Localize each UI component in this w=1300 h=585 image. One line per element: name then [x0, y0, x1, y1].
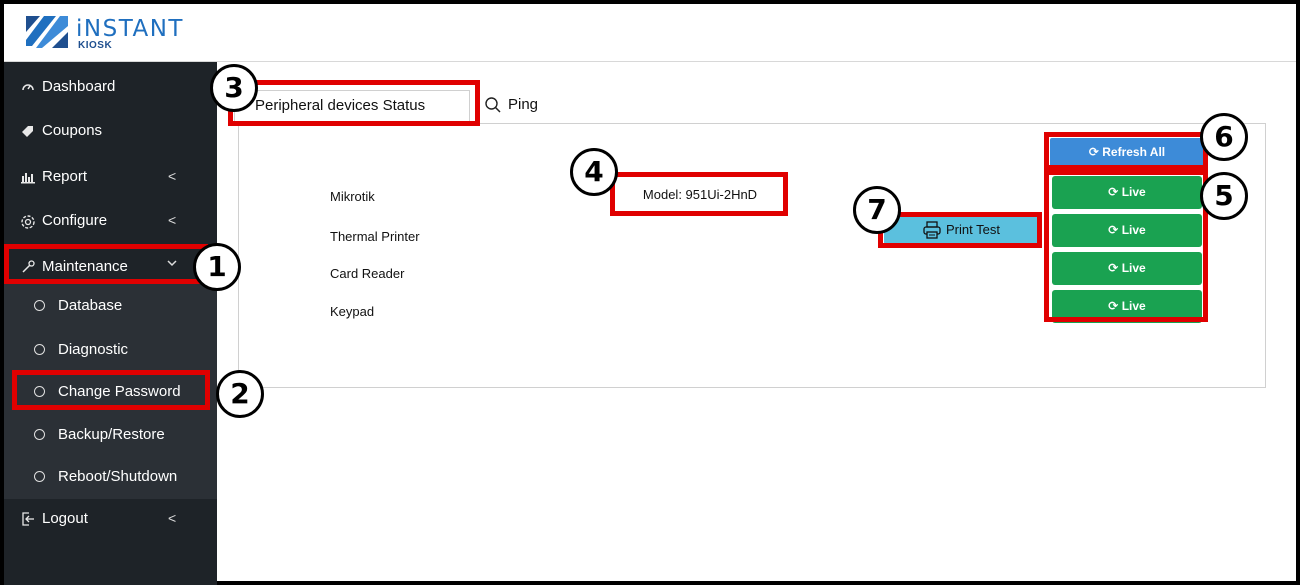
submenu-item-diagnostic[interactable]: Diagnostic: [4, 330, 217, 372]
sidebar-item-label: Coupons: [42, 122, 103, 139]
device-name-card-reader: Card Reader: [330, 266, 405, 281]
submenu-item-database[interactable]: Database: [4, 286, 217, 328]
callout-5: 5: [1200, 172, 1248, 220]
sidebar-item-label: Dashboard: [42, 78, 116, 95]
callout-1: 1: [193, 243, 241, 291]
brand-name: iNSTANT: [76, 16, 184, 42]
highlight-status-tab: [228, 80, 480, 126]
highlight-model: [610, 172, 788, 216]
chevron-left-icon: <: [168, 168, 177, 184]
device-name-thermal-printer: Thermal Printer: [330, 229, 420, 244]
highlight-maintenance: [4, 244, 208, 284]
bar-chart-icon: [20, 170, 36, 186]
tab-label: Ping: [508, 96, 539, 113]
sidebar-item-dashboard[interactable]: Dashboard: [4, 66, 217, 110]
highlight-change-password: [12, 370, 210, 410]
circle-icon: [34, 471, 45, 482]
submenu-item-reboot-shutdown[interactable]: Reboot/Shutdown: [4, 457, 217, 499]
sidebar-item-label: Logout: [42, 510, 88, 527]
tag-icon: [20, 124, 36, 140]
tab-ping[interactable]: Ping: [480, 90, 560, 122]
gear-icon: [20, 214, 36, 230]
chevron-left-icon: <: [168, 510, 177, 526]
logo-mark-icon: [26, 16, 68, 48]
circle-icon: [34, 429, 45, 440]
gauge-icon: [20, 80, 36, 96]
sidebar-item-label: Report: [42, 168, 88, 185]
highlight-print-test: [878, 212, 1042, 248]
submenu-item-backup-restore[interactable]: Backup/Restore: [4, 415, 217, 457]
search-icon: [485, 97, 501, 113]
submenu-item-label: Backup/Restore: [58, 426, 165, 443]
device-name-keypad: Keypad: [330, 304, 375, 319]
highlight-refresh-all: [1044, 132, 1208, 170]
brand-subtitle: KIOSK: [78, 40, 113, 51]
callout-7: 7: [853, 186, 901, 234]
circle-icon: [34, 300, 45, 311]
device-name-mikrotik: Mikrotik: [330, 189, 375, 204]
callout-3: 3: [210, 64, 258, 112]
submenu-item-label: Reboot/Shutdown: [58, 468, 178, 485]
sidebar-item-report[interactable]: Report <: [4, 156, 217, 200]
highlight-live-buttons: [1044, 170, 1208, 322]
submenu-item-label: Database: [58, 297, 123, 314]
logout-icon: [20, 512, 36, 528]
callout-6: 6: [1200, 113, 1248, 161]
circle-icon: [34, 344, 45, 355]
sidebar-item-configure[interactable]: Configure <: [4, 200, 217, 244]
sidebar-item-coupons[interactable]: Coupons: [4, 110, 217, 154]
sidebar-item-label: Configure: [42, 212, 108, 229]
callout-4: 4: [570, 148, 618, 196]
brand-logo[interactable]: iNSTANT KIOSK: [24, 12, 204, 56]
top-header: iNSTANT KIOSK: [4, 4, 1296, 62]
callout-2: 2: [216, 370, 264, 418]
chevron-left-icon: <: [168, 212, 177, 228]
sidebar-item-logout[interactable]: Logout <: [4, 498, 217, 542]
submenu-item-label: Diagnostic: [58, 341, 129, 358]
sidebar: Dashboard Coupons Report < Configure < M…: [4, 62, 217, 585]
